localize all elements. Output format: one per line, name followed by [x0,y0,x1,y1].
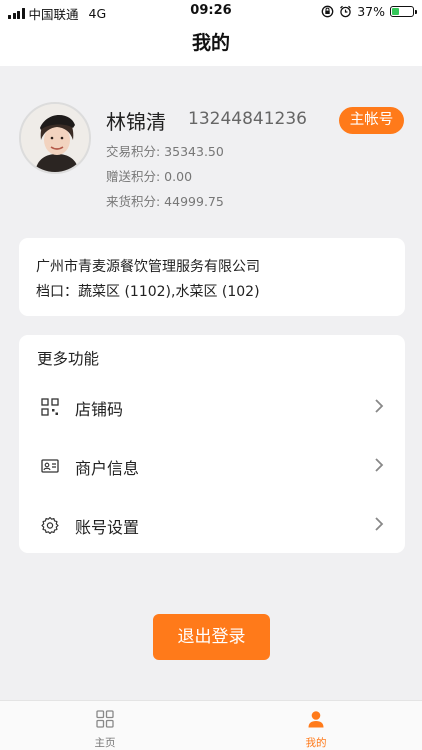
trade-points: 交易积分: 35343.50 [106,144,224,159]
page-title: 我的 [191,32,230,54]
stall-info: 档口：蔬菜区 (1102),水菜区 (102) [36,284,260,300]
more-functions-title: 更多功能 [37,350,100,368]
status-right: 37% [321,4,417,19]
user-phone: 13244841236 [188,109,307,129]
avatar[interactable] [19,102,91,174]
orientation-lock-icon [321,5,334,18]
account-type-badge: 主帐号 [339,107,404,134]
chevron-right-icon [375,458,384,472]
battery-charging-icon [390,6,417,17]
chevron-right-icon [375,399,384,413]
grid-icon [96,710,114,728]
function-label: 店铺码 [75,400,124,419]
tab-label: 主页 [94,737,116,749]
company-name: 广州市青麦源餐饮管理服务有限公司 [36,259,260,275]
user-name: 林锦清 [106,110,166,134]
battery-percent: 37% [357,4,385,19]
function-label: 商户信息 [75,459,140,478]
id-card-icon [41,459,59,473]
battery-level [392,8,400,15]
company-card: 广州市青麦源餐饮管理服务有限公司 档口：蔬菜区 (1102),水菜区 (102) [19,238,405,316]
person-icon [308,711,324,728]
qrcode-icon [41,398,59,416]
profile-section: 林锦清 13244841236 主帐号 交易积分: 35343.50 赠送积分:… [0,66,422,226]
tab-bar: 主页 我的 [0,700,422,750]
more-functions-card: 更多功能 店铺码 商户信息 账号设置 [19,335,405,553]
function-item-store-code[interactable]: 店铺码 [19,381,405,433]
tab-mine[interactable]: 我的 [286,701,346,750]
logout-button[interactable]: 退出登录 [153,614,270,660]
gift-points: 赠送积分: 0.00 [106,169,193,184]
alarm-icon [340,5,352,18]
avatar-image [21,104,89,172]
function-item-account-settings[interactable]: 账号设置 [19,499,405,551]
chevron-right-icon [375,517,384,531]
goods-points: 来货积分: 44999.75 [106,194,224,209]
nav-bar: 我的 [0,24,422,66]
function-item-merchant-info[interactable]: 商户信息 [19,440,405,492]
tab-label: 我的 [305,737,327,749]
function-label: 账号设置 [75,518,140,537]
gear-icon [41,516,59,534]
status-bar: 中国联通 4G 09:26 37% [0,0,422,24]
tab-home[interactable]: 主页 [75,701,135,750]
